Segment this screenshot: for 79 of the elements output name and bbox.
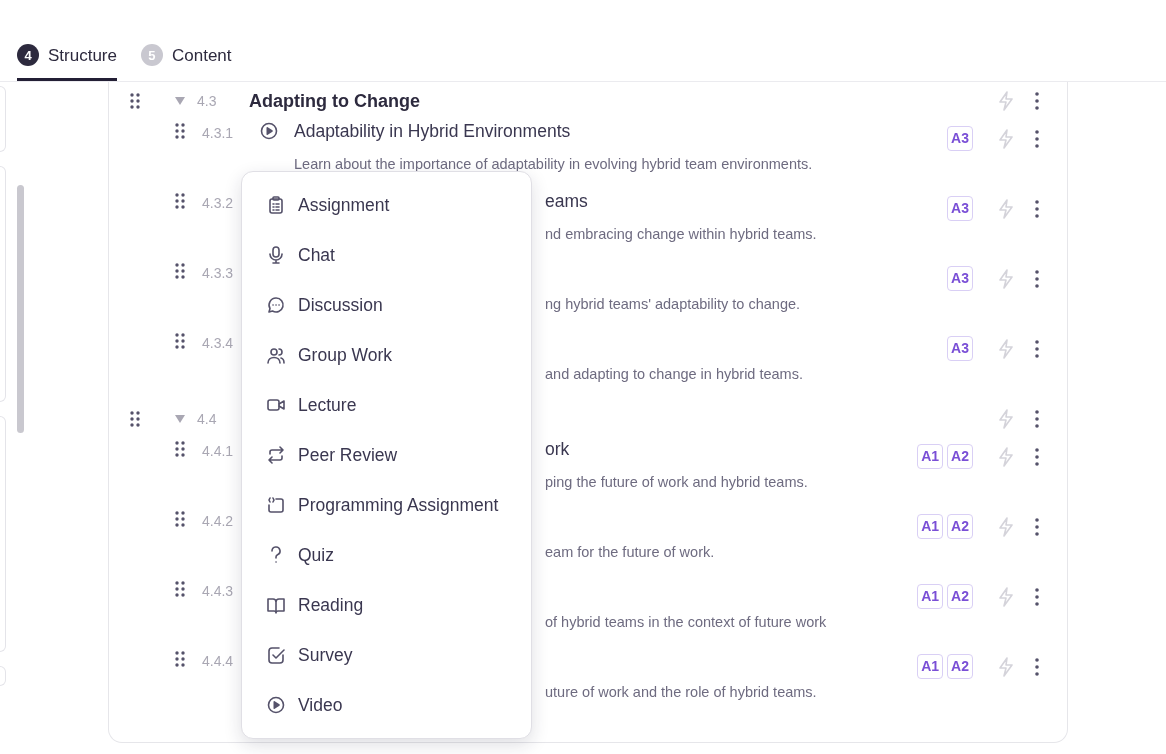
microphone-icon (267, 246, 285, 264)
video-camera-icon (267, 396, 285, 414)
lesson-description: nd embracing change within hybrid teams. (545, 225, 818, 244)
lesson-number: 4.3.3 (202, 264, 235, 283)
drag-handle-icon[interactable] (129, 410, 141, 428)
drag-handle-icon[interactable] (174, 122, 186, 140)
more-options-icon[interactable] (1035, 587, 1039, 606)
level-tag: A1 (917, 514, 944, 539)
more-options-icon[interactable] (1035, 657, 1039, 676)
level-tag: A1 (917, 444, 944, 469)
level-tag: A2 (947, 654, 973, 679)
lesson-title: Adaptability in Hybrid Environments (294, 120, 572, 142)
lesson-description: ng hybrid teams' adaptability to change. (545, 295, 802, 314)
section-title: Adapting to Change (249, 89, 420, 113)
lesson-number: 4.3.1 (202, 124, 235, 143)
more-options-icon[interactable] (1035, 447, 1039, 466)
book-icon (267, 596, 285, 614)
menu-item[interactable]: Assignment (242, 180, 531, 230)
drag-handle-icon[interactable] (174, 510, 186, 528)
level-tag: A2 (947, 514, 973, 539)
menu-item[interactable]: Survey (242, 630, 531, 680)
level-tag: A1 (917, 584, 944, 609)
drag-handle-icon[interactable] (174, 192, 186, 210)
lesson-description: uture of work and the role of hybrid teams. (545, 683, 818, 702)
lesson-description: of hybrid teams in the context of future work (545, 613, 828, 632)
lesson-description: Learn about the importance of adaptability in evolving hybrid team environments. (294, 155, 814, 174)
lesson-number: 4.4.4 (202, 652, 235, 671)
checkbox-icon (267, 646, 285, 664)
level-tag: A3 (947, 266, 973, 291)
lesson-description: and adapting to change in hybrid teams. (545, 365, 804, 384)
lesson-description: eam for the future of work. (545, 543, 716, 562)
lesson-number: 4.4.2 (202, 512, 235, 531)
menu-item[interactable]: Quiz (242, 530, 531, 580)
level-tag: A2 (947, 444, 973, 469)
lesson-title: eams (545, 190, 589, 212)
level-tag: A3 (947, 196, 973, 221)
more-options-icon[interactable] (1035, 339, 1039, 358)
play-circle-icon (267, 696, 285, 714)
drag-handle-icon[interactable] (174, 262, 186, 280)
level-tag: A2 (947, 584, 973, 609)
drag-handle-icon[interactable] (174, 332, 186, 350)
more-options-icon[interactable] (1035, 92, 1039, 110)
people-icon (267, 346, 285, 364)
step-number: 4 (17, 44, 39, 67)
speech-bubble-icon (267, 296, 285, 314)
drag-handle-icon[interactable] (174, 440, 186, 458)
menu-item[interactable]: Reading (242, 580, 531, 630)
more-options-icon[interactable] (1035, 129, 1039, 148)
drag-handle-icon[interactable] (129, 92, 141, 110)
level-tag: A3 (947, 336, 973, 361)
lesson-description: ping the future of work and hybrid teams. (545, 473, 809, 492)
lesson-number: 4.4.1 (202, 442, 235, 461)
lesson-title: ork (545, 438, 571, 460)
menu-item[interactable]: Lecture (242, 380, 531, 430)
menu-item[interactable]: Discussion (242, 280, 531, 330)
more-options-icon[interactable] (1035, 517, 1039, 536)
drag-handle-icon[interactable] (174, 580, 186, 598)
clipboard-icon (267, 196, 285, 214)
menu-item[interactable]: Programming Assignment (242, 480, 531, 530)
code-frame-icon (267, 496, 285, 514)
menu-item[interactable]: Chat (242, 230, 531, 280)
more-options-icon[interactable] (1035, 269, 1039, 288)
menu-item[interactable]: Peer Review (242, 430, 531, 480)
level-tag: A1 (917, 654, 944, 679)
lesson-number: 4.4.3 (202, 582, 235, 601)
swap-arrows-icon (267, 446, 285, 464)
lesson-number: 4.3.2 (202, 194, 235, 213)
lesson-number: 4.3.4 (202, 334, 235, 353)
menu-item[interactable]: Video (242, 680, 531, 730)
section-number: 4.4 (197, 409, 218, 429)
menu-item[interactable]: Group Work (242, 330, 531, 380)
more-options-icon[interactable] (1035, 199, 1039, 218)
play-circle-icon (260, 122, 278, 140)
more-options-icon[interactable] (1035, 410, 1039, 428)
scrollbar-thumb[interactable] (17, 185, 24, 433)
section-number: 4.3 (197, 91, 218, 111)
level-tag: A3 (947, 126, 973, 151)
step-tab[interactable]: 4 Structure (17, 42, 117, 81)
drag-handle-icon[interactable] (174, 650, 186, 668)
